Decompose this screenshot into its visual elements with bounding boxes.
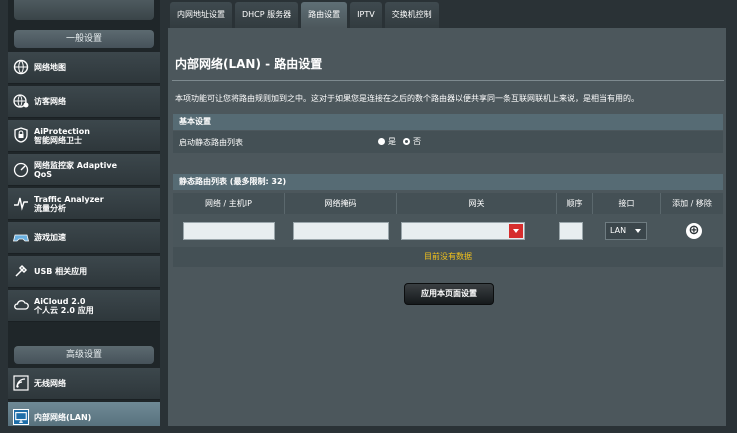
chevron-down-icon	[635, 229, 641, 233]
monitor-icon	[13, 409, 29, 425]
col-add-remove: 添加 / 移除	[672, 199, 712, 208]
sidebar-item-aicloud[interactable]: AiCloud 2.0 个人云 2.0 应用	[8, 290, 160, 322]
netmask-input[interactable]	[293, 222, 389, 240]
sidebar-item-label: 网络监控家 Adaptive QoS	[34, 160, 118, 179]
col-gateway: 网关	[397, 193, 557, 214]
tab-iptv[interactable]: IPTV	[350, 2, 382, 28]
sidebar-item-label: 访客网络	[34, 97, 66, 106]
page-description: 本项功能可让您将路由规则加到之中。这对于如果您是连接在之后的数个路由器以便共享同…	[175, 94, 639, 103]
sidebar-item-label: 无线网络	[34, 379, 66, 388]
tab-lan-ip[interactable]: 内网地址设置	[170, 2, 232, 28]
tab-switch-control[interactable]: 交换机控制	[384, 2, 439, 28]
tab-bar: 内网地址设置 DHCP 服务器 路由设置 IPTV 交换机控制	[168, 0, 726, 28]
sidebar-item-adaptive-qos[interactable]: 网络监控家 Adaptive QoS	[8, 154, 160, 186]
sidebar-top	[14, 0, 154, 20]
static-route-enable-radios: 是 否	[378, 136, 421, 147]
globe-icon	[13, 59, 29, 75]
static-route-list-header: 静态路由列表 (最多限制: 32)	[173, 174, 723, 190]
gateway-input[interactable]	[401, 222, 525, 240]
sidebar-item-label: AiCloud 2.0 个人云 2.0 应用	[34, 296, 94, 315]
radio-yes-label: 是	[388, 137, 396, 146]
sidebar-item-traffic-analyzer[interactable]: Traffic Analyzer 流量分析	[8, 188, 160, 220]
add-route-button[interactable]: ⊕	[686, 223, 702, 239]
sidebar-item-network-map[interactable]: 网络地图	[8, 52, 160, 84]
sidebar-item-usb-apps[interactable]: USB 相关应用	[8, 256, 160, 288]
pulse-icon	[14, 197, 28, 211]
sidebar-item-label: 游戏加速	[34, 233, 66, 242]
sidebar-item-label: 内部网络(LAN)	[34, 413, 92, 422]
sidebar-item-label: USB 相关应用	[34, 267, 88, 276]
guest-network-icon	[13, 94, 29, 108]
sidebar-item-guest-network[interactable]: 访客网络	[8, 86, 160, 118]
empty-list-message: 目前没有数据	[173, 247, 723, 267]
divider	[172, 80, 724, 81]
col-metric: 顺序	[557, 193, 593, 214]
cloud-icon	[14, 300, 29, 310]
speed-gauge-icon	[13, 162, 29, 177]
col-interface: 接口	[593, 193, 661, 214]
static-route-table-header: 网络 / 主机IP 网络掩码 网关 顺序 接口 添加 / 移除	[173, 193, 723, 214]
sidebar-item-label: AiProtection 智能网络卫士	[34, 126, 90, 145]
page-title: 内部网络(LAN) - 路由设置	[175, 57, 323, 71]
static-route-enable-label: 启动静态路由列表	[179, 138, 243, 147]
interface-value: LAN	[610, 226, 627, 235]
col-netmask: 网络掩码	[285, 193, 397, 214]
tab-route[interactable]: 路由设置	[301, 2, 348, 28]
gamepad-icon	[13, 234, 29, 242]
sidebar-item-label: 网络地图	[34, 63, 66, 72]
sidebar-item-game-boost[interactable]: 游戏加速	[8, 222, 160, 254]
bottom-strip	[0, 426, 737, 433]
sidebar-advanced-header: 高级设置	[14, 346, 154, 364]
gateway-dropdown-arrow-icon[interactable]	[509, 224, 523, 238]
static-route-input-row: LAN ⊕	[173, 214, 723, 247]
sidebar-item-label: Traffic Analyzer 流量分析	[34, 194, 104, 213]
lock-shield-icon	[14, 127, 28, 143]
sidebar-item-aiprotection[interactable]: AiProtection 智能网络卫士	[8, 120, 160, 152]
static-route-enable-row: 启动静态路由列表 是 否	[173, 131, 723, 153]
apply-button[interactable]: 应用本页面设置	[404, 283, 494, 305]
usb-icon	[15, 264, 28, 277]
wireless-icon	[13, 375, 29, 391]
network-host-ip-input[interactable]	[183, 222, 275, 240]
radio-no[interactable]	[403, 138, 410, 145]
main-panel: 内网地址设置 DHCP 服务器 路由设置 IPTV 交换机控制 内部网络(LAN…	[168, 0, 726, 433]
sidebar: 一般设置 网络地图 访客网络 AiProtection 智能网络卫士 网络监控家…	[8, 0, 160, 433]
col-network-host-ip: 网络 / 主机IP	[173, 193, 285, 214]
tab-dhcp-server[interactable]: DHCP 服务器	[235, 2, 299, 28]
basic-settings-header: 基本设置	[173, 114, 723, 130]
sidebar-general-header: 一般设置	[14, 30, 154, 48]
interface-select[interactable]: LAN	[605, 222, 647, 240]
sidebar-item-wireless[interactable]: 无线网络	[8, 368, 160, 400]
radio-yes[interactable]	[378, 138, 385, 145]
metric-input[interactable]	[559, 222, 583, 240]
radio-no-label: 否	[413, 137, 421, 146]
